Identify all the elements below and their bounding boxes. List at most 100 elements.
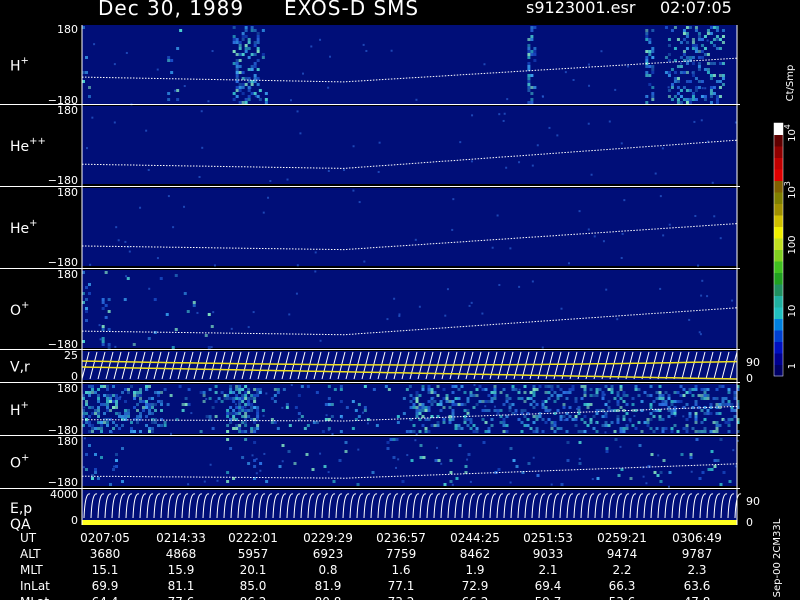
- panel-labels-4: O+180−180: [10, 268, 78, 351]
- heatmap-cell: [415, 397, 419, 400]
- speckle-dot: [661, 147, 664, 150]
- heatmap-cell: [115, 459, 118, 462]
- heatmap-cell: [238, 71, 242, 74]
- heatmap-cell: [700, 421, 704, 424]
- heatmap-cell: [91, 412, 94, 415]
- heatmap-cell: [97, 394, 100, 397]
- heatmap-cell: [115, 465, 118, 468]
- heatmap-cell: [97, 421, 100, 424]
- heatmap-cell: [688, 56, 692, 59]
- speckle-dot: [93, 43, 96, 46]
- speckle-dot: [85, 147, 88, 150]
- heatmap-cell: [694, 388, 698, 391]
- heatmap-cell: [694, 418, 698, 421]
- heatmap-cell: [706, 409, 710, 412]
- heatmap-cell: [165, 313, 169, 316]
- heatmap-cell: [238, 430, 242, 433]
- heatmap-cell: [253, 388, 257, 391]
- heatmap-cell: [652, 400, 656, 403]
- heatmap-cell: [721, 77, 725, 80]
- heatmap-cell: [261, 53, 265, 56]
- heatmap-cell: [133, 406, 136, 409]
- heatmap-cell: [311, 468, 315, 471]
- heatmap-cell: [505, 430, 509, 433]
- heatmap-cell: [250, 68, 254, 71]
- heatmap-cell: [649, 406, 653, 409]
- heatmap-cell: [457, 403, 461, 406]
- heatmap-cell: [107, 310, 111, 313]
- heatmap-cell: [100, 456, 103, 459]
- heatmap-cell: [694, 89, 698, 92]
- right-tick-top: 90: [746, 495, 760, 508]
- heatmap-cell: [709, 74, 713, 77]
- heatmap-cell: [556, 427, 560, 430]
- heatmap-cell: [648, 50, 652, 53]
- heatmap-cell: [402, 397, 406, 400]
- heatmap-cell: [685, 56, 689, 59]
- heatmap-cell: [616, 403, 620, 406]
- heatmap-cell: [645, 38, 649, 41]
- heatmap-cell: [718, 47, 722, 50]
- heatmap-cell: [622, 400, 626, 403]
- panel-label: O+: [10, 453, 29, 472]
- heatmap-cell: [651, 47, 655, 50]
- heatmap-cell: [466, 409, 470, 412]
- heatmap-cell: [580, 385, 584, 388]
- speckle-dot: [498, 283, 501, 286]
- heatmap-cell: [133, 391, 136, 394]
- heatmap-cell: [386, 447, 390, 450]
- heatmap-cell: [685, 32, 689, 35]
- heatmap-cell: [527, 86, 531, 89]
- heatmap-cell: [685, 35, 689, 38]
- heatmap-cell: [685, 98, 689, 101]
- heatmap-cell: [253, 400, 257, 403]
- heatmap-cell: [101, 301, 105, 304]
- heatmap-cell: [241, 35, 245, 38]
- speckle-dot: [496, 214, 499, 217]
- heatmap-cell: [253, 41, 257, 44]
- heatmap-cell: [527, 47, 531, 50]
- heatmap-cell: [241, 86, 245, 89]
- heatmap-cell: [499, 391, 503, 394]
- heatmap-cell: [285, 403, 289, 406]
- heatmap-cell: [238, 397, 242, 400]
- heatmap-cell: [605, 447, 609, 450]
- heatmap-cell: [472, 394, 476, 397]
- right-tick-bottom: 0: [746, 516, 753, 529]
- heatmap-cell: [527, 89, 531, 92]
- heatmap-cell: [469, 427, 473, 430]
- heatmap-cell: [650, 453, 654, 456]
- heatmap-cell: [238, 409, 242, 412]
- heatmap-cell: [529, 403, 533, 406]
- heatmap-cell: [643, 421, 647, 424]
- heatmap-cell: [235, 53, 239, 56]
- heatmap-cell: [586, 424, 590, 427]
- ephemeris-cell: 0229:29: [303, 531, 353, 545]
- heatmap-cell: [253, 421, 257, 424]
- heatmap-cell: [466, 397, 470, 400]
- heatmap-cell: [106, 421, 109, 424]
- heatmap-cell: [679, 385, 683, 388]
- heatmap-cell: [625, 394, 629, 397]
- heatmap-cell: [645, 50, 649, 53]
- heatmap-cell: [241, 92, 245, 95]
- colorbar-segment: [774, 272, 783, 285]
- panel-label: V,r: [10, 360, 30, 376]
- heatmap-cell: [85, 310, 88, 313]
- heatmap-cell: [415, 415, 419, 418]
- heatmap-cell: [418, 406, 422, 409]
- heatmap-cell: [691, 427, 695, 430]
- heatmap-cell: [670, 29, 674, 32]
- heatmap-cell: [616, 415, 620, 418]
- speckle-dot: [541, 346, 544, 349]
- heatmap-cell: [332, 480, 336, 483]
- heatmap-cell: [688, 26, 692, 29]
- heatmap-cell: [229, 385, 233, 388]
- heatmap-cell: [375, 424, 379, 427]
- heatmap-cell: [106, 397, 109, 400]
- heatmap-cell: [648, 41, 652, 44]
- speckle-dot: [398, 313, 401, 316]
- heatmap-cell: [235, 424, 239, 427]
- speckle-dot: [484, 405, 487, 408]
- heatmap-cell: [160, 409, 163, 412]
